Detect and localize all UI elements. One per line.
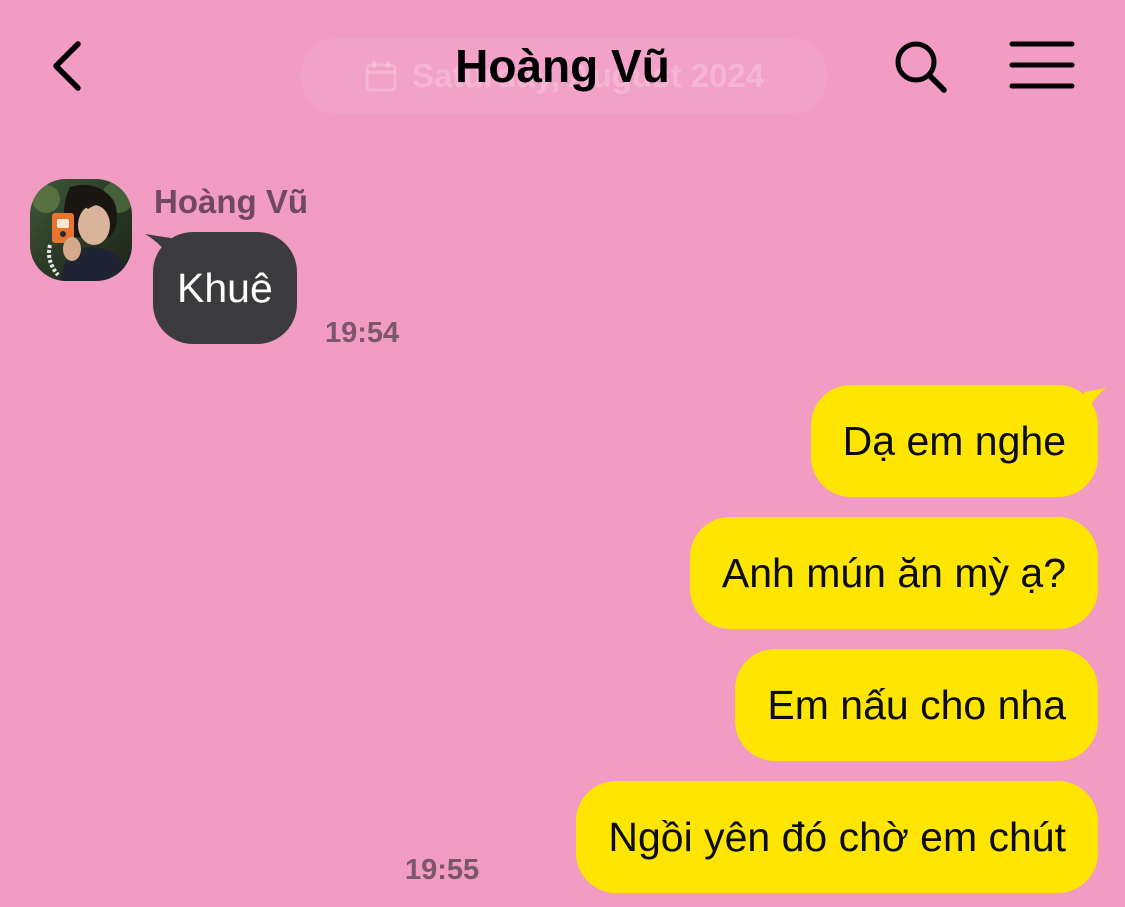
avatar-photo	[30, 179, 132, 281]
menu-button[interactable]	[1006, 34, 1078, 98]
outgoing-message[interactable]: Anh mún ăn mỳ ạ?	[689, 517, 1098, 629]
outgoing-message[interactable]: Dạ em nghe	[810, 385, 1098, 497]
message-timestamp: 19:55	[405, 854, 480, 886]
message-timestamp: 19:54	[325, 317, 400, 349]
sender-name: Hoàng Vũ	[154, 183, 308, 220]
avatar[interactable]	[30, 179, 132, 281]
chat-title: Hoàng Vũ	[455, 40, 670, 92]
hamburger-menu-icon	[1009, 41, 1075, 89]
search-icon	[895, 41, 947, 93]
incoming-message[interactable]: Khuê	[153, 232, 297, 344]
outgoing-message[interactable]: Ngồi yên đó chờ em chút	[576, 781, 1098, 893]
search-button[interactable]	[888, 34, 952, 98]
outgoing-message[interactable]: Em nấu cho nha	[735, 649, 1098, 761]
chat-header: Saturday, August 2024 Hoàng Vũ	[0, 0, 1125, 135]
